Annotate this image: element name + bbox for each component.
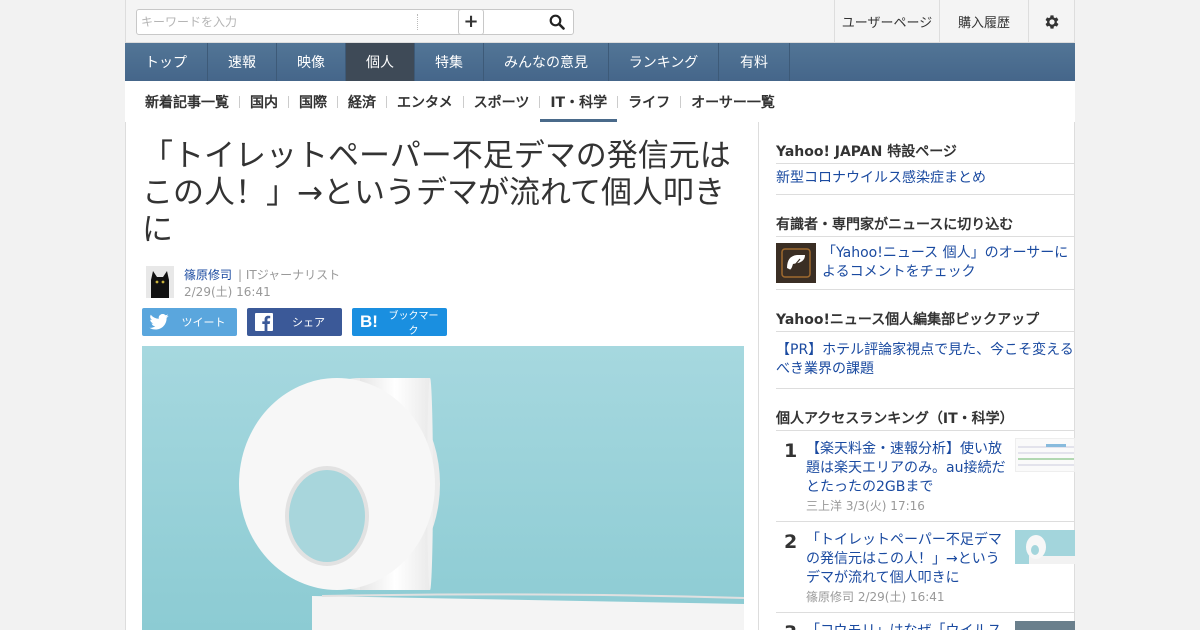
article: 「トイレットペーパー不足デマの発信元はこの人！」→というデマが流れて個人叩きに … bbox=[126, 122, 759, 630]
twitter-icon bbox=[149, 314, 169, 330]
hatena-bookmark-label: ブックマーク bbox=[388, 311, 439, 337]
article-photo bbox=[142, 346, 744, 630]
ranking-thumbnail bbox=[1015, 530, 1075, 564]
subnav-it-science[interactable]: IT・科学 bbox=[540, 81, 617, 122]
nav-breaking[interactable]: 速報 bbox=[208, 43, 277, 81]
content-area: 「トイレットペーパー不足デマの発信元はこの人！」→というデマが流れて個人叩きに … bbox=[125, 122, 1075, 630]
experts-title: 有識者・専門家がニュースに切り込む bbox=[776, 217, 1014, 233]
twitter-share-label: ツイート bbox=[181, 316, 226, 329]
divider bbox=[776, 236, 1075, 237]
facebook-share-label: シェア bbox=[292, 316, 325, 329]
top-bar: + ユーザーページ 購入履歴 bbox=[125, 0, 1075, 43]
author-name[interactable]: 篠原修司 bbox=[184, 266, 232, 283]
toilet-paper-image bbox=[142, 346, 744, 630]
nav-top[interactable]: トップ bbox=[125, 43, 208, 81]
divider bbox=[776, 163, 1075, 164]
search-button[interactable] bbox=[545, 12, 569, 32]
table-chart-thumbnail bbox=[1016, 439, 1074, 471]
black-cat-icon bbox=[146, 266, 174, 298]
pickup-link[interactable]: 【PR】ホテル評論家視点で見た、今こそ変えるべき業界の課題 bbox=[776, 341, 1075, 379]
twitter-share-button[interactable]: ツイート bbox=[142, 308, 237, 336]
nav-paid[interactable]: 有料 bbox=[719, 43, 790, 81]
nav-opinions[interactable]: みんなの意見 bbox=[484, 43, 609, 81]
rank-number: 3 bbox=[784, 622, 797, 630]
special-page-title: Yahoo! JAPAN 特設ページ bbox=[776, 144, 957, 160]
divider bbox=[776, 194, 1075, 195]
subnav-sports[interactable]: スポーツ bbox=[464, 81, 540, 122]
add-button[interactable]: + bbox=[458, 9, 484, 35]
divider bbox=[776, 331, 1075, 332]
nav-ranking[interactable]: ランキング bbox=[609, 43, 719, 81]
facebook-share-button[interactable]: シェア bbox=[247, 308, 342, 336]
divider bbox=[776, 388, 1075, 389]
ranking-item-title[interactable]: 【楽天料金・速報分析】使い放題は楽天エリアのみ。au接続だとたったの2GBまで bbox=[806, 440, 1006, 497]
sub-nav: 新着記事一覧 国内 国際 経済 エンタメ スポーツ IT・科学 ライフ オーサー… bbox=[125, 81, 1075, 122]
rank-number: 1 bbox=[784, 440, 798, 462]
ranking-item-meta: 篠原修司 2/29(土) 16:41 bbox=[806, 590, 945, 604]
subnav-latest[interactable]: 新着記事一覧 bbox=[135, 81, 239, 122]
search-icon bbox=[549, 14, 565, 30]
subnav-authors[interactable]: オーサー一覧 bbox=[681, 81, 785, 122]
special-page-link[interactable]: 新型コロナウイルス感染症まとめ bbox=[776, 169, 1075, 188]
divider bbox=[776, 612, 1075, 613]
ranking-item[interactable]: 3 「コウモリ」はなぜ「ウイルス bbox=[776, 620, 1075, 630]
gear-icon bbox=[1045, 14, 1058, 29]
top-links: ユーザーページ 購入履歴 bbox=[834, 0, 1074, 43]
ranking-item[interactable]: 2 「トイレットペーパー不足デマの発信元はこの人！」→というデマが流れて個人叩き… bbox=[776, 529, 1075, 609]
rank-number: 2 bbox=[784, 531, 798, 553]
subnav-entertainment[interactable]: エンタメ bbox=[387, 81, 463, 122]
author-comment-badge[interactable] bbox=[776, 243, 816, 283]
ranking-item[interactable]: 1 【楽天料金・速報分析】使い放題は楽天エリアのみ。au接続だとたったの2GBま… bbox=[776, 438, 1075, 522]
plus-icon: + bbox=[463, 11, 479, 32]
search-box bbox=[136, 9, 574, 35]
ranking-item-meta: 三上洋 3/3(火) 17:16 bbox=[806, 499, 925, 513]
author-title: | ITジャーナリスト bbox=[238, 268, 341, 282]
ranking-thumbnail bbox=[1015, 621, 1075, 630]
ranking-item-title[interactable]: 「コウモリ」はなぜ「ウイルス bbox=[806, 622, 1006, 630]
nav-features[interactable]: 特集 bbox=[415, 43, 484, 81]
hatena-bookmark-button[interactable]: B! ブックマーク bbox=[352, 308, 447, 337]
nav-individual[interactable]: 個人 bbox=[346, 43, 415, 81]
author-avatar[interactable] bbox=[146, 266, 174, 298]
article-date: 2/29(土) 16:41 bbox=[184, 285, 271, 299]
user-page-link[interactable]: ユーザーページ bbox=[834, 0, 939, 43]
subnav-life[interactable]: ライフ bbox=[618, 81, 680, 122]
divider bbox=[776, 289, 1075, 290]
search-divider bbox=[417, 14, 418, 30]
subnav-domestic[interactable]: 国内 bbox=[240, 81, 288, 122]
experts-link[interactable]: 「Yahoo!ニュース 個人」のオーサーによるコメントをチェック bbox=[822, 244, 1075, 282]
divider bbox=[776, 430, 1075, 431]
ranking-item-title[interactable]: 「トイレットペーパー不足デマの発信元はこの人！」→というデマが流れて個人叩きに bbox=[806, 531, 1006, 588]
subnav-international[interactable]: 国際 bbox=[289, 81, 337, 122]
divider bbox=[776, 521, 1075, 522]
nav-video[interactable]: 映像 bbox=[277, 43, 346, 81]
article-title: 「トイレットペーパー不足デマの発信元はこの人！」→というデマが流れて個人叩きに bbox=[142, 138, 731, 248]
main-nav: トップ 速報 映像 個人 特集 みんなの意見 ランキング 有料 bbox=[125, 43, 1075, 81]
purchase-history-link[interactable]: 購入履歴 bbox=[939, 0, 1028, 43]
settings-button[interactable] bbox=[1028, 0, 1074, 43]
facebook-icon bbox=[255, 313, 273, 331]
ranking-title: 個人アクセスランキング（IT・科学） bbox=[776, 411, 1014, 427]
quill-icon bbox=[781, 248, 811, 278]
ranking-thumbnail bbox=[1015, 438, 1075, 472]
hatena-icon: B! bbox=[360, 312, 378, 331]
search-input[interactable] bbox=[141, 13, 417, 31]
subnav-economy[interactable]: 経済 bbox=[338, 81, 386, 122]
pickup-title: Yahoo!ニュース個人編集部ピックアップ bbox=[776, 312, 1040, 328]
toilet-paper-thumbnail bbox=[1015, 530, 1075, 564]
